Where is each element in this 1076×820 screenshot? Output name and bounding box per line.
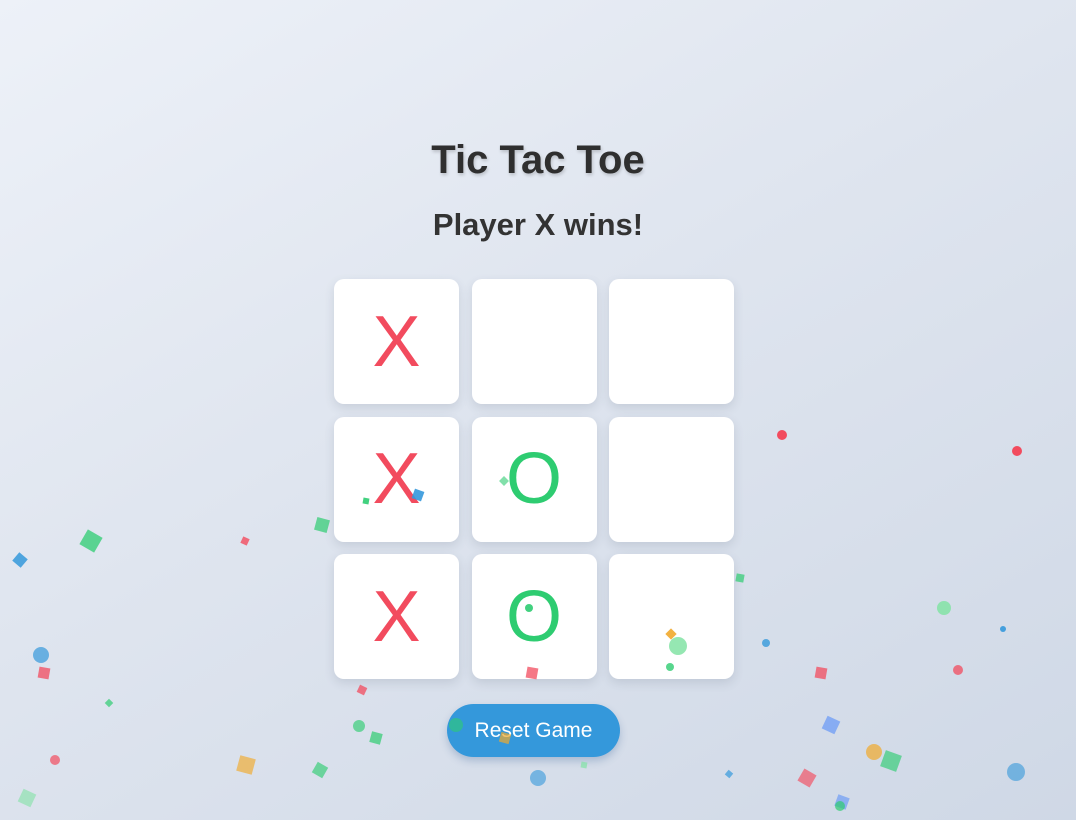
game-board: X X O X O	[334, 279, 734, 679]
confetti-piece	[530, 770, 546, 786]
confetti-piece	[835, 801, 845, 811]
confetti-piece	[12, 552, 28, 568]
board-cell-8[interactable]: O	[471, 554, 597, 679]
confetti-piece	[821, 715, 841, 735]
confetti-piece	[369, 731, 383, 745]
confetti-piece	[240, 536, 250, 546]
confetti-piece	[762, 639, 770, 647]
confetti-piece	[79, 529, 103, 553]
confetti-piece	[311, 761, 329, 779]
board-cell-9[interactable]	[609, 554, 734, 679]
confetti-piece	[735, 573, 745, 583]
confetti-piece	[797, 768, 817, 788]
confetti-piece	[104, 698, 114, 708]
confetti-piece	[834, 794, 850, 810]
board-cell-6[interactable]	[609, 416, 734, 542]
confetti-piece	[937, 601, 951, 615]
confetti-piece	[724, 769, 734, 779]
confetti-piece	[50, 755, 60, 765]
confetti-piece	[33, 647, 49, 663]
board-cell-4[interactable]: X	[334, 416, 459, 542]
confetti-piece	[37, 666, 51, 680]
board-cell-2[interactable]	[471, 279, 597, 404]
board-cell-1[interactable]: X	[334, 279, 459, 404]
confetti-piece	[1012, 446, 1022, 456]
confetti-piece	[777, 430, 787, 440]
confetti-piece	[953, 665, 963, 675]
game-status: Player X wins!	[432, 207, 644, 242]
board-cell-5[interactable]: O	[471, 416, 597, 542]
confetti-piece	[1007, 763, 1025, 781]
confetti-piece	[866, 744, 882, 760]
reset-game-button[interactable]: Reset Game	[447, 704, 620, 757]
board-cell-7[interactable]: X	[334, 554, 459, 679]
board-cell-3[interactable]	[609, 279, 734, 404]
confetti-piece	[814, 666, 828, 680]
confetti-piece	[353, 720, 365, 732]
confetti-piece	[356, 684, 368, 696]
page-title: Tic Tac Toe	[431, 138, 645, 182]
confetti-piece	[580, 761, 588, 769]
confetti-piece	[880, 750, 902, 772]
confetti-piece	[236, 755, 256, 775]
confetti-piece	[1000, 626, 1006, 632]
confetti-piece	[314, 517, 330, 533]
confetti-piece	[17, 788, 37, 808]
